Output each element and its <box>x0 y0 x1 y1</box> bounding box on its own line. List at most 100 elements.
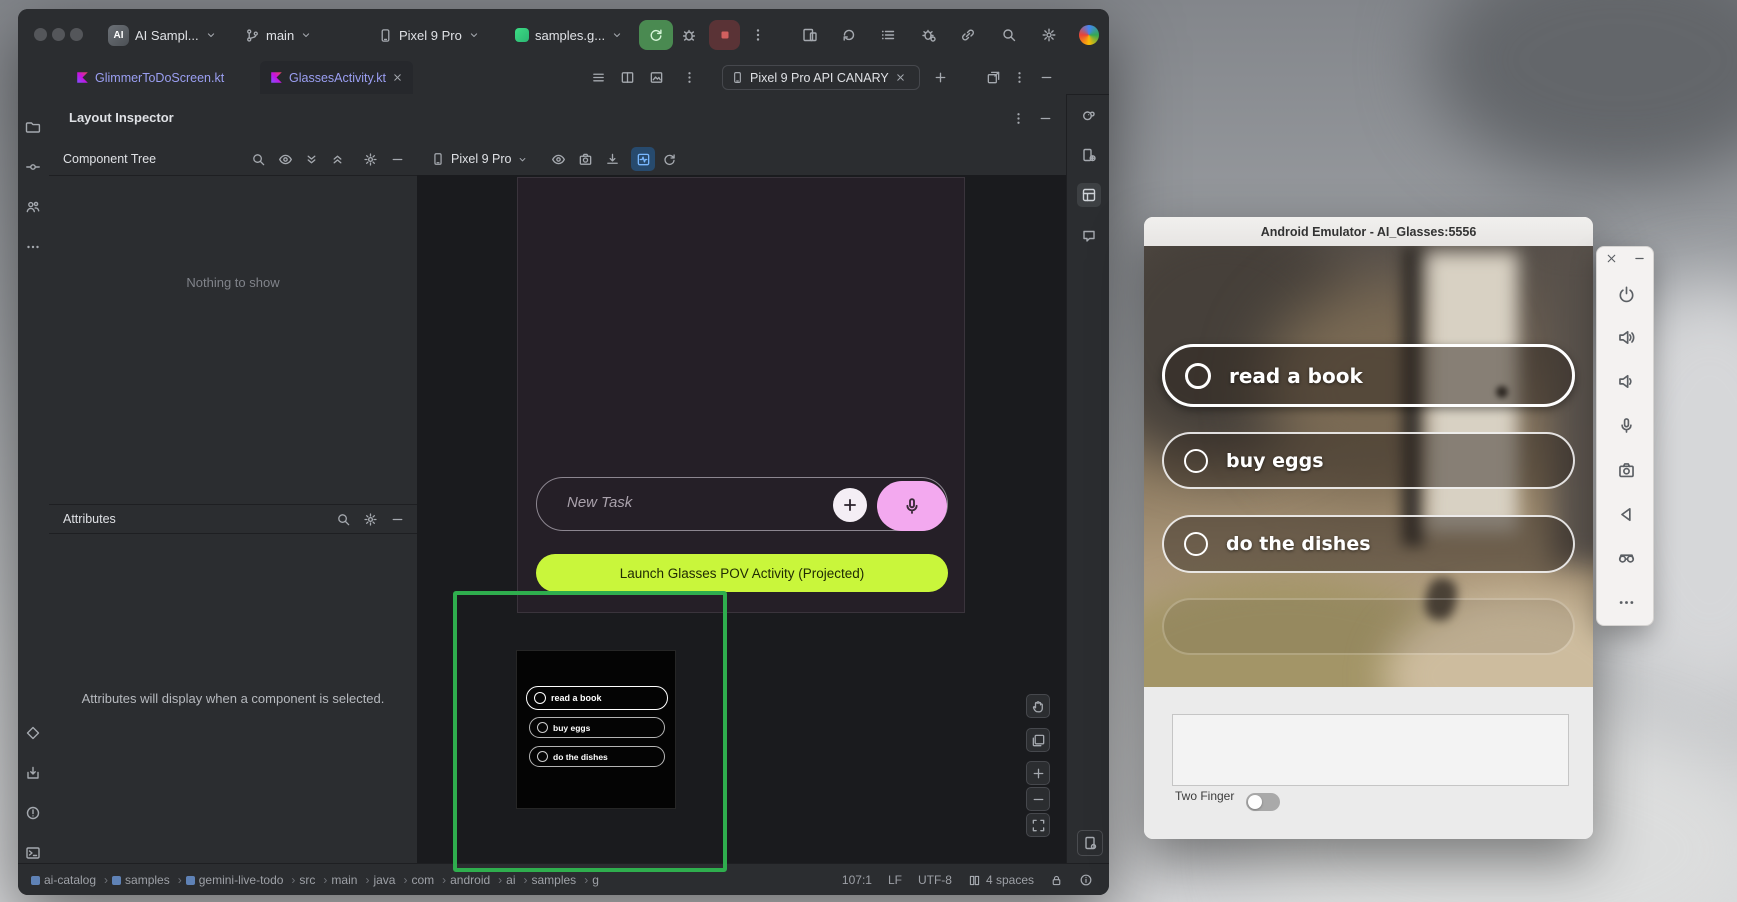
breadcrumb-item[interactable]: ai-catalog <box>31 873 108 887</box>
stop-button[interactable] <box>709 20 740 50</box>
info-circle-icon[interactable] <box>1079 873 1093 887</box>
assistant-button[interactable] <box>1077 224 1101 248</box>
close-tab-icon[interactable] <box>895 72 906 83</box>
add-task-button[interactable] <box>833 488 867 522</box>
breadcrumb-item[interactable]: java <box>373 873 407 887</box>
breadcrumb-item[interactable]: gemini-live-todo <box>186 873 296 887</box>
layout-inspector-more-button[interactable] <box>1006 106 1030 130</box>
tree-settings-button[interactable] <box>358 147 382 171</box>
emulator-todo-item[interactable]: buy eggs <box>1162 432 1575 489</box>
editor-more-button[interactable] <box>677 65 701 89</box>
run-configuration-selector[interactable]: samples.g... <box>515 9 623 61</box>
emulator-todo-item[interactable]: read a book <box>1162 344 1575 407</box>
toolbar-more-button[interactable] <box>746 23 770 47</box>
search-everywhere-button[interactable] <box>997 23 1021 47</box>
commit-tool-button[interactable] <box>21 155 45 179</box>
tree-search-button[interactable] <box>246 147 270 171</box>
new-task-field[interactable]: New Task <box>536 477 948 531</box>
gradle-button[interactable] <box>1077 103 1101 127</box>
tree-hide-button[interactable] <box>385 147 409 171</box>
terminal-tool-button[interactable] <box>21 841 45 865</box>
settings-button[interactable] <box>1037 23 1061 47</box>
logcat-button[interactable] <box>876 23 900 47</box>
more-options-button[interactable] <box>1615 591 1637 613</box>
breadcrumb-item[interactable]: android <box>450 873 502 887</box>
zoom-to-fit-button[interactable] <box>1026 813 1050 837</box>
todo-checkbox-icon[interactable] <box>1184 449 1208 473</box>
device-selector[interactable]: Pixel 9 Pro <box>378 9 480 61</box>
layers-3d-button[interactable] <box>1026 728 1050 752</box>
branch-selector[interactable]: main <box>245 9 312 61</box>
rerun-button[interactable] <box>639 20 673 50</box>
tree-visibility-button[interactable] <box>273 147 297 171</box>
power-button[interactable] <box>1615 283 1637 305</box>
device-panel-more-button[interactable] <box>1007 65 1031 89</box>
minimize-window-button[interactable] <box>52 28 65 41</box>
emulator-toolbar-minimize-button[interactable] <box>1633 252 1646 265</box>
view-mode-list-button[interactable] <box>586 65 610 89</box>
render-visibility-button[interactable] <box>546 147 570 171</box>
attributes-hide-button[interactable] <box>385 507 409 531</box>
profile-avatar[interactable] <box>1079 25 1099 45</box>
render-snapshot-button[interactable] <box>573 147 597 171</box>
open-in-window-button[interactable] <box>981 65 1005 89</box>
attributes-search-button[interactable] <box>331 507 355 531</box>
tab-glassesactivity[interactable]: GlassesActivity.kt <box>260 61 413 94</box>
device-manager-button[interactable] <box>1077 143 1101 167</box>
volume-up-button[interactable] <box>1615 326 1637 348</box>
mic-button[interactable] <box>1615 414 1637 436</box>
view-mode-split-button[interactable] <box>615 65 639 89</box>
insights-tool-button[interactable] <box>21 721 45 745</box>
lock-icon[interactable] <box>1050 874 1063 887</box>
project-tool-button[interactable] <box>21 115 45 139</box>
render-device-selector[interactable]: Pixel 9 Pro <box>431 143 528 175</box>
attributes-settings-button[interactable] <box>358 507 382 531</box>
breadcrumb-item[interactable]: com <box>411 873 446 887</box>
indent-widget[interactable]: 4 spaces <box>968 873 1034 887</box>
rotate-button[interactable] <box>837 23 861 47</box>
render-export-button[interactable] <box>600 147 624 171</box>
emulator-todo-item[interactable]: do the dishes <box>1162 515 1575 573</box>
debug-button[interactable] <box>677 23 701 47</box>
launch-glasses-pov-button[interactable]: Launch Glasses POV Activity (Projected) <box>536 554 948 592</box>
glasses-button[interactable] <box>1615 546 1637 568</box>
breadcrumb-item[interactable]: src <box>299 873 327 887</box>
view-mode-design-button[interactable] <box>644 65 668 89</box>
todo-checkbox-icon[interactable] <box>1184 532 1208 556</box>
link-button[interactable] <box>956 23 980 47</box>
pan-mode-button[interactable] <box>1026 694 1050 718</box>
tab-glimmertodoscreen[interactable]: GlimmerToDoScreen.kt <box>66 61 234 94</box>
project-selector[interactable]: AI AI Sampl... <box>108 9 217 61</box>
emulator-toolbar-close-button[interactable] <box>1605 252 1618 265</box>
zoom-out-button[interactable] <box>1026 787 1050 811</box>
running-device-tab[interactable]: Pixel 9 Pro API CANARY <box>722 65 920 90</box>
breadcrumb-item[interactable]: main <box>331 873 369 887</box>
encoding-widget[interactable]: UTF-8 <box>918 873 952 887</box>
two-finger-toggle[interactable] <box>1246 793 1280 811</box>
line-separator-widget[interactable]: LF <box>888 873 902 887</box>
breadcrumb-item[interactable]: samples <box>532 873 589 887</box>
close-window-button[interactable] <box>34 28 47 41</box>
app-inspection-button[interactable] <box>917 23 941 47</box>
emulator-title-bar[interactable]: Android Emulator - AI_Glasses:5556 <box>1144 217 1593 247</box>
cursor-position-widget[interactable]: 107:1 <box>842 873 872 887</box>
device-mirror-button[interactable] <box>798 23 822 47</box>
add-device-tab-button[interactable] <box>928 65 952 89</box>
voice-input-button[interactable] <box>877 481 947 531</box>
problems-tool-button[interactable] <box>21 801 45 825</box>
build-tool-button[interactable] <box>21 761 45 785</box>
phone-screen-render[interactable]: New Task Launch Glasses POV Activity (Pr… <box>517 177 965 613</box>
camera-button[interactable] <box>1615 459 1637 481</box>
layout-inspector-hide-button[interactable] <box>1033 106 1057 130</box>
back-button[interactable] <box>1615 503 1637 525</box>
more-tools-button[interactable] <box>21 235 45 259</box>
running-devices-button[interactable] <box>1077 830 1103 856</box>
structure-tool-button[interactable] <box>21 195 45 219</box>
collapse-all-button[interactable] <box>325 147 349 171</box>
close-tab-icon[interactable] <box>392 72 403 83</box>
layout-inspector-button[interactable] <box>1077 183 1101 207</box>
render-live-updates-button[interactable] <box>631 147 655 171</box>
todo-checkbox-icon[interactable] <box>1185 363 1211 389</box>
volume-down-button[interactable] <box>1615 370 1637 392</box>
breadcrumb-item[interactable]: samples <box>112 873 182 887</box>
